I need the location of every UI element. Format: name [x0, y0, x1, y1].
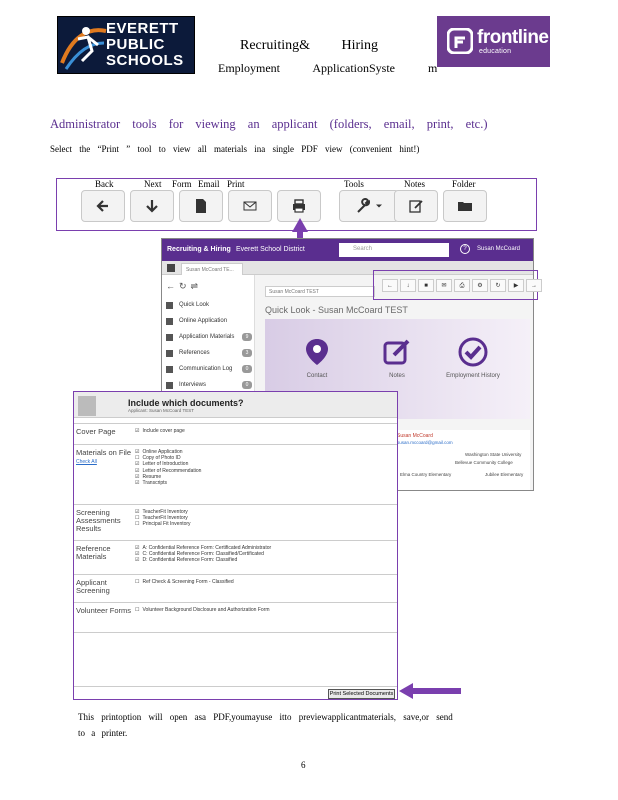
- frontline-mark-icon: [447, 28, 473, 54]
- option-checkbox[interactable]: Ref Check & Screening Form - Classified: [135, 579, 233, 585]
- include-documents-dialog: Include which documents? Applicant: Susa…: [73, 391, 398, 700]
- app-toolbar-highlight: ← ↓ ■ ✉ ⎙ ⚙ ↻ ▶ →: [373, 270, 542, 300]
- printer-icon: [293, 199, 305, 213]
- section-heading: Administrator tools for viewing an appli…: [50, 117, 488, 131]
- user-menu[interactable]: Susan McCoard: [477, 246, 520, 252]
- app-print-button[interactable]: ⎙: [454, 279, 470, 292]
- folder-button[interactable]: [443, 190, 487, 222]
- next-button[interactable]: [130, 190, 174, 222]
- dialog-title: Include which documents?: [128, 398, 244, 408]
- logo-line-3: SCHOOLS: [106, 52, 184, 69]
- envelope-icon: [243, 201, 257, 211]
- label-form: Form: [172, 179, 192, 189]
- arrow-left-pointer-icon: [399, 683, 461, 699]
- frontline-sub: education: [479, 48, 512, 55]
- option-checkbox[interactable]: Principal Fit Inventory: [135, 521, 190, 527]
- app-title: Recruiting & Hiring: [167, 246, 231, 253]
- folder-icon: [458, 202, 472, 211]
- arrow-down-icon: [146, 200, 158, 213]
- app-next-button[interactable]: ↓: [400, 279, 416, 292]
- label-back: Back: [95, 179, 114, 189]
- app-refresh-button[interactable]: ↻: [490, 279, 506, 292]
- everett-public-schools-logo: EVERETT PUBLIC SCHOOLS: [57, 16, 195, 74]
- page-title: Recruiting& Hiring: [240, 38, 379, 53]
- app-folder-button[interactable]: ▶: [508, 279, 524, 292]
- nav-arrows-icon[interactable]: ←↻⇌: [166, 281, 202, 292]
- avatar: [78, 396, 96, 416]
- employment-history-tile[interactable]: Employment History: [443, 337, 503, 379]
- arrow-left-icon: [96, 200, 108, 212]
- swoosh-icon: [60, 27, 107, 70]
- help-icon[interactable]: ?: [460, 244, 470, 254]
- section-materials-on-file: Materials on FileCheck All Online Applic…: [74, 444, 397, 504]
- section-volunteer-forms: Volunteer Forms Volunteer Background Dis…: [74, 602, 397, 632]
- logo-line-2: PUBLIC: [106, 36, 165, 53]
- section-reference-materials: Reference Materials A: Confidential Refe…: [74, 540, 397, 574]
- app-form-button[interactable]: ■: [418, 279, 434, 292]
- tools-button[interactable]: [339, 190, 399, 222]
- label-next: Next: [144, 179, 162, 189]
- email-button[interactable]: [228, 190, 272, 222]
- page-subtitle: Employment ApplicationSyste m: [218, 61, 438, 75]
- option-checkbox[interactable]: Include cover page: [135, 428, 184, 434]
- frontline-education-logo: frontline education: [437, 16, 550, 67]
- app-tools-button[interactable]: ⚙: [472, 279, 488, 292]
- print-selected-documents-button[interactable]: Print Selected Documents: [328, 689, 395, 699]
- notes-tile[interactable]: Notes: [367, 337, 427, 379]
- sidebar-item-application-materials[interactable]: Application Materials 9: [166, 333, 252, 343]
- logo-line-1: EVERETT: [106, 20, 179, 37]
- label-print: Print: [227, 179, 245, 189]
- check-circle-icon: [458, 337, 488, 367]
- section-screening-assessments: Screening Assessments Results TeacherFit…: [74, 504, 397, 540]
- app-district: Everett School District: [236, 246, 305, 253]
- back-button[interactable]: [81, 190, 125, 222]
- option-checkbox[interactable]: D: Confidential Reference Form: Classifi…: [135, 557, 271, 563]
- notes-button[interactable]: [394, 190, 438, 222]
- option-checkbox[interactable]: Letter of Recommendation: [135, 468, 201, 474]
- label-email: Email: [198, 179, 220, 189]
- form-button[interactable]: [179, 190, 223, 222]
- notes-edit-icon: [383, 339, 410, 365]
- app-forward-button[interactable]: →: [526, 279, 542, 292]
- applicant-selector[interactable]: Susan McCoard TEST: [265, 286, 375, 297]
- section-cover-page: Cover Page Include cover page: [74, 423, 397, 443]
- chevron-down-icon: [375, 204, 382, 208]
- label-notes: Notes: [404, 179, 425, 189]
- sidebar-item-quick-look[interactable]: Quick Look: [166, 301, 252, 311]
- map-pin-icon: [306, 339, 328, 365]
- dialog-subtitle: Applicant: Susan McCoard TEST: [128, 408, 194, 413]
- app-email-button[interactable]: ✉: [436, 279, 452, 292]
- option-checkbox[interactable]: Transcripts: [135, 480, 201, 486]
- label-tools: Tools: [344, 179, 364, 189]
- quick-look-title: Quick Look - Susan McCoard TEST: [265, 305, 408, 315]
- bottom-text-line-1: This printoption will open asa PDF,youma…: [78, 712, 453, 722]
- check-all-link[interactable]: Check All: [76, 458, 132, 466]
- app-back-button[interactable]: ←: [382, 279, 398, 292]
- label-folder: Folder: [452, 179, 476, 189]
- frontline-word: frontline: [477, 27, 549, 48]
- tab-applicant[interactable]: Susan McCoard TE...: [181, 263, 243, 275]
- edit-icon: [409, 200, 423, 213]
- page-number: 6: [301, 760, 306, 770]
- instruction-text: Select the “Print ” tool to view all mat…: [50, 144, 420, 154]
- wrench-icon: [356, 198, 370, 213]
- home-icon[interactable]: [167, 264, 175, 272]
- sidebar-item-references[interactable]: References 3: [166, 349, 252, 359]
- dialog-empty-area: [74, 632, 397, 686]
- search-input[interactable]: Search: [339, 243, 449, 257]
- option-checkbox[interactable]: Volunteer Background Disclosure and Auth…: [135, 607, 269, 613]
- document-icon: [196, 199, 206, 213]
- sidebar-item-communication-log[interactable]: Communication Log 0: [166, 365, 252, 375]
- contact-tile[interactable]: Contact: [287, 337, 347, 379]
- sidebar-item-online-application[interactable]: Online Application: [166, 317, 252, 327]
- bottom-text-line-2: to a printer.: [78, 728, 128, 738]
- section-applicant-screening: Applicant Screening Ref Check & Screenin…: [74, 574, 397, 602]
- sidebar-item-interviews[interactable]: Interviews 0: [166, 381, 252, 391]
